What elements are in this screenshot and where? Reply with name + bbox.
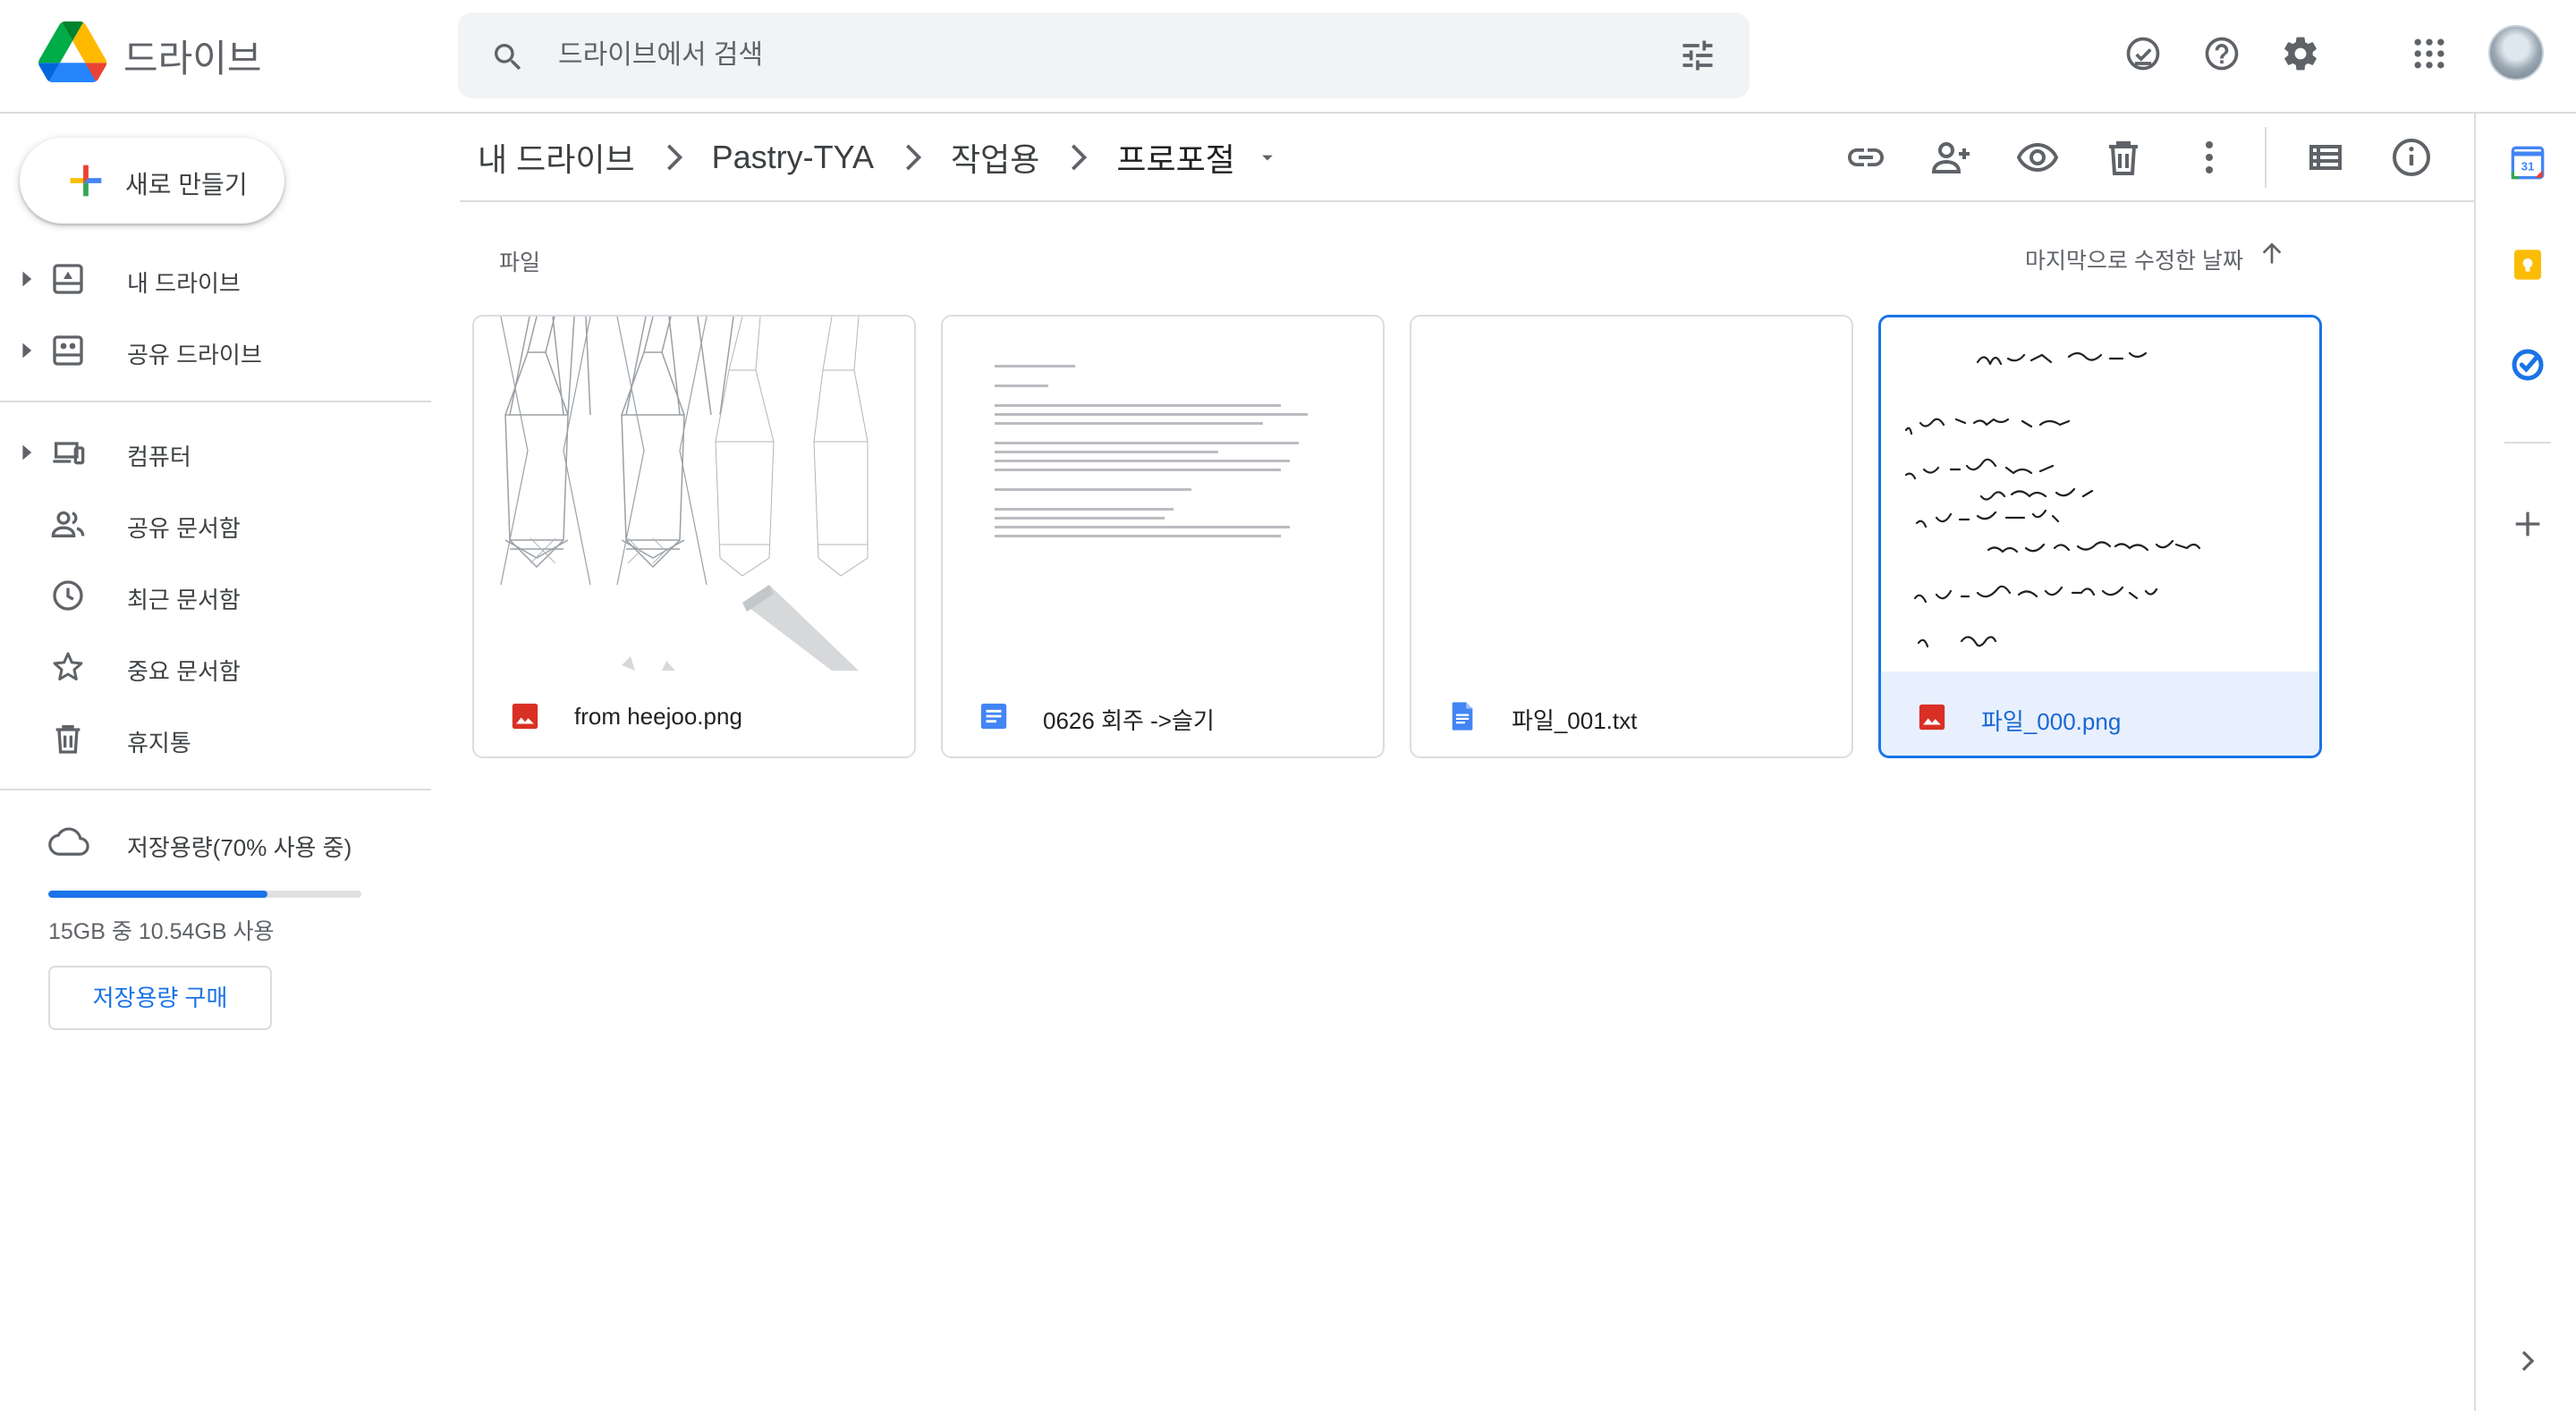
sidebar-item-label: 컴퓨터 — [127, 444, 191, 470]
sidebar-item-label: 휴지통 — [127, 730, 191, 756]
sidebar-item-shared-drives[interactable]: 공유 드라이브 — [0, 322, 429, 379]
file-thumbnail — [474, 317, 914, 671]
my-drive-icon — [53, 264, 83, 294]
search-options-icon[interactable] — [1678, 36, 1717, 75]
svg-text:31: 31 — [2521, 159, 2535, 173]
sidebar-item-recent[interactable]: 최근 문서함 — [0, 567, 429, 624]
storage-progress-bar — [48, 891, 361, 898]
chevron-right-icon[interactable] — [2510, 1343, 2546, 1379]
image-file-icon — [512, 703, 538, 730]
file-thumbnail — [1881, 317, 2319, 672]
sidebar-item-label: 공유 드라이브 — [127, 342, 262, 368]
file-thumbnail-empty — [1411, 317, 1852, 671]
link-icon[interactable] — [1844, 136, 1887, 179]
file-card-footer: 파일_000.png — [1881, 672, 2319, 756]
file-name: 0626 회주 ->슬기 — [1043, 707, 1215, 734]
delete-icon[interactable] — [2102, 136, 2145, 179]
calendar-icon[interactable]: 31 — [2510, 145, 2546, 181]
info-icon[interactable] — [2390, 136, 2433, 179]
apps-grid-icon[interactable] — [2410, 34, 2449, 73]
drive-logo-icon[interactable] — [38, 21, 107, 82]
sidebar-item-label: 공유 문서함 — [127, 515, 241, 542]
shared-with-me-icon — [51, 511, 85, 537]
sidebar-item-shared-with-me[interactable]: 공유 문서함 — [0, 495, 429, 553]
sidebar-item-label: 중요 문서함 — [127, 658, 241, 685]
shared-drives-icon — [53, 335, 83, 366]
storage-detail: 15GB 중 10.54GB 사용 — [48, 919, 275, 944]
search-input[interactable] — [558, 32, 1614, 79]
storage-label[interactable]: 저장용량(70% 사용 중) — [127, 830, 352, 863]
caret-down-icon[interactable] — [1255, 145, 1280, 170]
document-preview — [995, 365, 1335, 544]
new-button[interactable]: 새로 만들기 — [20, 138, 284, 224]
breadcrumb-item[interactable]: Pastry-TYA — [708, 139, 877, 176]
sidebar-divider — [0, 789, 431, 790]
preview-icon[interactable] — [2016, 136, 2059, 179]
sidebar-item-my-drive[interactable]: 내 드라이브 — [0, 250, 429, 308]
sidebar-item-computers[interactable]: 컴퓨터 — [0, 424, 429, 481]
file-name: 파일_000.png — [1981, 708, 2122, 735]
breadcrumb: 내 드라이브 Pastry-TYA 작업용 프로포절 — [474, 134, 1280, 181]
file-card[interactable]: from heejoo.png — [472, 315, 916, 758]
breadcrumb-item[interactable]: 내 드라이브 — [474, 134, 639, 181]
more-icon[interactable] — [2188, 136, 2231, 179]
help-icon[interactable] — [2202, 34, 2241, 73]
recent-icon — [53, 580, 83, 611]
cloud-icon — [48, 827, 89, 856]
expand-arrow-icon[interactable] — [21, 342, 34, 359]
file-thumbnail — [943, 317, 1383, 671]
new-button-label: 새로 만들기 — [125, 171, 248, 199]
expand-arrow-icon[interactable] — [21, 444, 34, 461]
breadcrumb-current-folder[interactable]: 프로포절 — [1113, 134, 1238, 181]
keep-icon[interactable] — [2510, 247, 2546, 283]
app-name[interactable]: 드라이브 — [123, 29, 262, 83]
breadcrumb-item[interactable]: 작업용 — [947, 134, 1043, 181]
expand-arrow-icon[interactable] — [21, 270, 34, 288]
file-card-footer: from heejoo.png — [474, 671, 914, 756]
file-card-footer: 파일_001.txt — [1411, 671, 1852, 756]
search-bar[interactable] — [458, 13, 1750, 98]
storage-progress-fill — [48, 891, 267, 898]
search-icon[interactable] — [490, 39, 526, 75]
sort-by-button[interactable]: 마지막으로 수정한 날짜 — [2025, 243, 2243, 275]
section-label-files: 파일 — [499, 250, 541, 275]
toolbar-divider — [2265, 127, 2267, 188]
file-card[interactable]: 파일_001.txt — [1410, 315, 1853, 758]
computers-icon — [53, 442, 85, 465]
buy-storage-button[interactable]: 저장용량 구매 — [48, 966, 272, 1030]
file-card[interactable]: 0626 회주 ->슬기 — [941, 315, 1385, 758]
list-view-icon[interactable] — [2304, 136, 2347, 179]
starred-icon — [53, 652, 83, 680]
image-file-icon — [1919, 704, 1945, 731]
settings-icon[interactable] — [2281, 34, 2320, 73]
handwritten-note-preview — [1904, 351, 2201, 648]
file-card-selected[interactable]: 파일_000.png — [1878, 315, 2322, 758]
avatar[interactable] — [2488, 25, 2544, 80]
side-panel-divider — [2474, 114, 2476, 1411]
sort-ascending-arrow-icon[interactable] — [2258, 240, 2286, 268]
side-panel-separator — [2504, 442, 2551, 444]
sidebar-item-starred[interactable]: 중요 문서함 — [0, 638, 429, 696]
chevron-right-icon — [666, 144, 682, 171]
text-file-icon — [1452, 702, 1473, 731]
plus-icon — [70, 165, 102, 197]
google-docs-icon — [980, 703, 1007, 730]
trash-icon — [55, 725, 80, 754]
toolbar-divider-line — [460, 200, 2474, 202]
file-name: 파일_001.txt — [1512, 707, 1638, 734]
file-name: from heejoo.png — [574, 703, 742, 730]
sidebar-item-label: 내 드라이브 — [127, 270, 241, 297]
sidebar-item-trash[interactable]: 휴지통 — [0, 710, 429, 767]
sidebar-divider — [0, 401, 431, 402]
image-preview — [500, 317, 869, 671]
chevron-right-icon — [906, 144, 922, 171]
top-header: 드라이브 — [0, 0, 2576, 114]
sidebar-item-label: 최근 문서함 — [127, 587, 241, 613]
chevron-right-icon — [1072, 144, 1088, 171]
ready-for-offline-icon[interactable] — [2123, 34, 2163, 73]
share-icon[interactable] — [1930, 136, 1973, 179]
tasks-icon[interactable] — [2510, 347, 2546, 383]
file-card-footer: 0626 회주 ->슬기 — [943, 671, 1383, 756]
add-icon[interactable] — [2510, 506, 2546, 542]
